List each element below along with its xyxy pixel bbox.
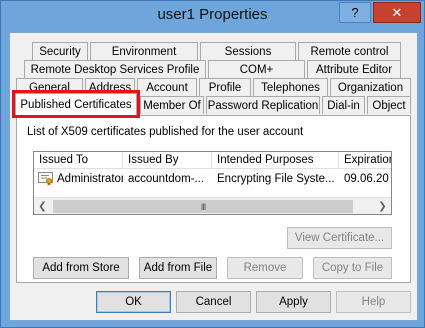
add-from-store-label: Add from Store xyxy=(42,262,120,274)
panel-caption: List of X509 certificates published for … xyxy=(27,126,304,138)
tab-member-of[interactable]: Member Of xyxy=(140,96,204,114)
column-issued-to[interactable]: Issued To xyxy=(34,152,123,169)
scroll-left-icon[interactable]: ❮ xyxy=(34,198,51,214)
table-row[interactable]: Administrator accountdom-... Encrypting … xyxy=(34,171,391,188)
help-button[interactable]: Help xyxy=(336,291,411,313)
column-intended-purposes[interactable]: Intended Purposes xyxy=(212,152,339,169)
horizontal-scrollbar[interactable]: ❮ III ❯ xyxy=(34,197,391,214)
title-bar[interactable]: user1 Properties ? ✕ xyxy=(1,1,424,33)
cell-intended-purposes: Encrypting File Syste... xyxy=(217,173,335,185)
tab-remote-control[interactable]: Remote control xyxy=(298,42,401,60)
add-from-file-label: Add from File xyxy=(143,262,213,274)
copy-to-file-label: Copy to File xyxy=(321,262,384,274)
properties-window: user1 Properties ? ✕ Security Environmen… xyxy=(0,0,425,328)
tab-sessions[interactable]: Sessions xyxy=(200,42,296,60)
tab-telephones[interactable]: Telephones xyxy=(253,78,328,96)
published-certificates-panel: List of X509 certificates published for … xyxy=(16,115,411,283)
tab-account[interactable]: Account xyxy=(137,78,197,96)
tab-object[interactable]: Object xyxy=(367,96,411,114)
certificate-list[interactable]: Issued To Issued By Intended Purposes Ex… xyxy=(33,151,392,215)
tab-remote-desktop-services-profile[interactable]: Remote Desktop Services Profile xyxy=(24,60,206,78)
tab-organization[interactable]: Organization xyxy=(330,78,411,96)
copy-to-file-button[interactable]: Copy to File xyxy=(313,257,392,279)
help-title-button[interactable]: ? xyxy=(339,2,371,23)
apply-button[interactable]: Apply xyxy=(256,291,331,313)
tab-environment[interactable]: Environment xyxy=(90,42,198,60)
close-button[interactable]: ✕ xyxy=(373,2,421,23)
tab-attribute-editor[interactable]: Attribute Editor xyxy=(307,60,401,78)
view-certificate-button[interactable]: View Certificate... xyxy=(287,227,392,249)
tab-password-replication[interactable]: Password Replication xyxy=(206,96,320,114)
scroll-thumb[interactable]: III xyxy=(53,200,353,213)
ok-button[interactable]: OK xyxy=(96,291,171,313)
tab-profile[interactable]: Profile xyxy=(199,78,251,96)
dialog-client: Security Environment Sessions Remote con… xyxy=(9,32,418,321)
tab-security[interactable]: Security xyxy=(32,42,88,60)
cell-expiration: 09.06.20 xyxy=(344,173,389,185)
list-header: Issued To Issued By Intended Purposes Ex… xyxy=(34,152,391,169)
tab-com-plus[interactable]: COM+ xyxy=(208,60,305,78)
cancel-button[interactable]: Cancel xyxy=(176,291,251,313)
tab-dial-in[interactable]: Dial-in xyxy=(322,96,365,114)
cell-issued-to: Administrator xyxy=(57,173,123,185)
add-from-file-button[interactable]: Add from File xyxy=(139,257,217,279)
remove-label: Remove xyxy=(243,262,287,274)
add-from-store-button[interactable]: Add from Store xyxy=(33,257,129,279)
column-expiration[interactable]: Expiration xyxy=(339,152,391,169)
tab-published-certificates[interactable]: Published Certificates xyxy=(12,90,140,118)
view-certificate-label: View Certificate... xyxy=(294,232,385,244)
scroll-right-icon[interactable]: ❯ xyxy=(374,198,391,214)
column-issued-by[interactable]: Issued By xyxy=(123,152,212,169)
cell-issued-by: accountdom-... xyxy=(128,173,205,185)
remove-button[interactable]: Remove xyxy=(227,257,303,279)
